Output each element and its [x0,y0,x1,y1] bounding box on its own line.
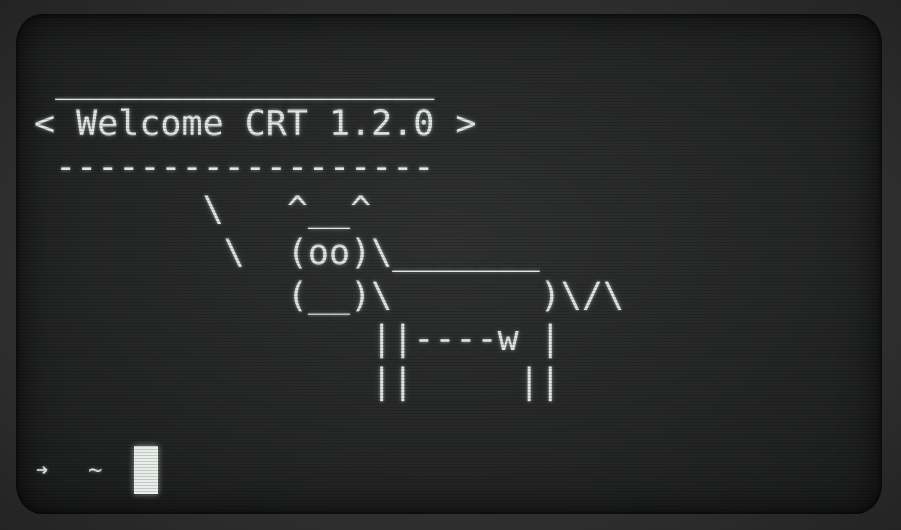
terminal-output: __________________ < Welcome CRT 1.2.0 > … [34,60,624,404]
monitor-bezel: __________________ < Welcome CRT 1.2.0 > … [0,0,901,530]
cow-art-line-2: \ (oo)\_______ [34,233,540,273]
speech-bubble-top: __________________ [34,61,435,101]
welcome-message: < Welcome CRT 1.2.0 > [34,104,477,144]
prompt-arrow-icon: ➜ [36,458,49,482]
cow-art-line-5: || || [34,362,561,402]
cow-art-line-3: (__)\ )\/\ [34,276,625,316]
text-cursor[interactable] [134,446,158,494]
prompt-path: ~ [88,456,103,484]
speech-bubble-bottom: ------------------ [34,147,435,187]
cow-art-line-1: \ ^__^ [34,190,372,230]
command-prompt[interactable]: ➜ ~ [36,446,158,494]
cow-art-line-4: ||----w | [34,319,561,359]
crt-screen[interactable]: __________________ < Welcome CRT 1.2.0 > … [16,14,882,514]
